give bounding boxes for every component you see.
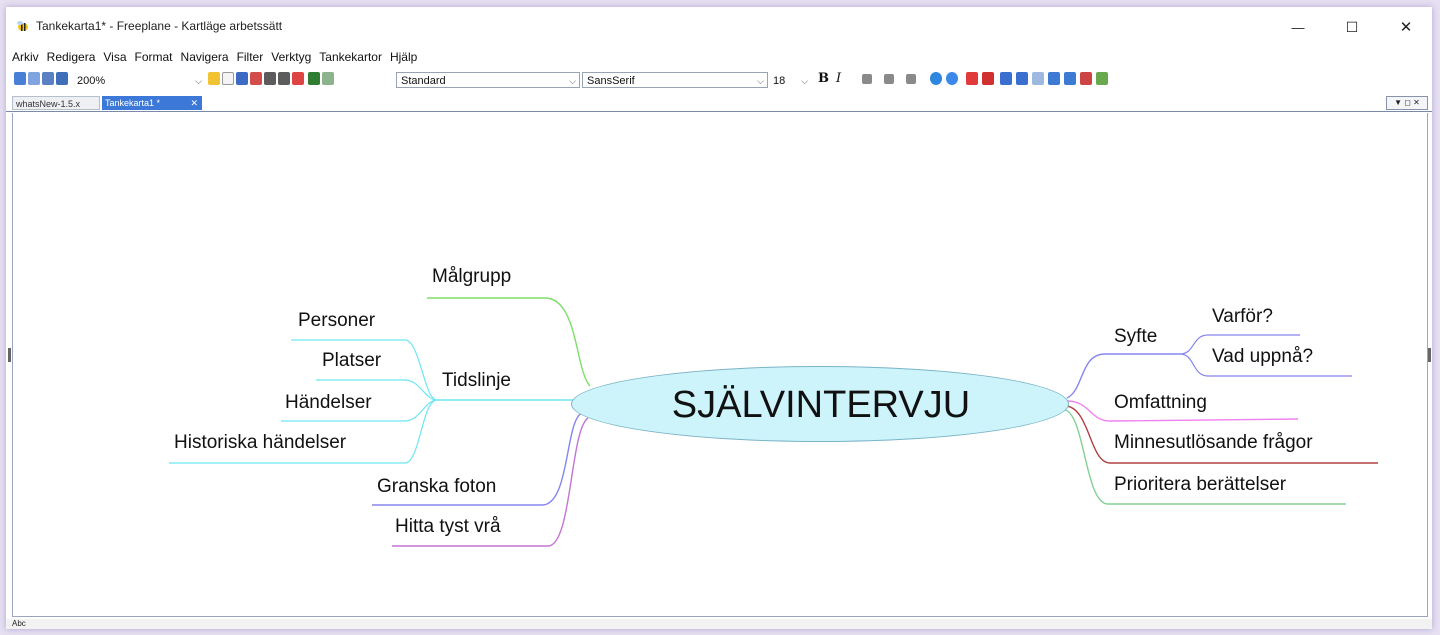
node-minnesutlosande-fragor[interactable]: Minnesutlösande frågor: [1114, 432, 1313, 454]
node-vad-uppna[interactable]: Vad uppnå?: [1212, 346, 1313, 368]
node-prioritera-berattelser[interactable]: Prioritera berättelser: [1114, 474, 1286, 496]
node-omfattning[interactable]: Omfattning: [1114, 392, 1207, 414]
root-node-label: SJÄLVINTERVJU: [671, 384, 971, 426]
node-syfte[interactable]: Syfte: [1114, 326, 1157, 348]
node-granska-foton[interactable]: Granska foton: [377, 476, 496, 498]
node-platser[interactable]: Platser: [322, 350, 381, 372]
node-personer[interactable]: Personer: [298, 310, 375, 332]
right-panel-handle[interactable]: [1428, 348, 1431, 362]
node-historiska-handelser[interactable]: Historiska händelser: [174, 432, 346, 454]
root-node[interactable]: SJÄLVINTERVJU: [571, 366, 1069, 442]
node-varfor[interactable]: Varför?: [1212, 306, 1273, 328]
node-handelser[interactable]: Händelser: [285, 392, 372, 414]
node-tidslinje[interactable]: Tidslinje: [442, 370, 511, 392]
node-malgrupp[interactable]: Målgrupp: [432, 266, 511, 288]
left-panel-handle[interactable]: [8, 348, 11, 362]
node-hitta-tyst-vra[interactable]: Hitta tyst vrå: [395, 516, 501, 538]
